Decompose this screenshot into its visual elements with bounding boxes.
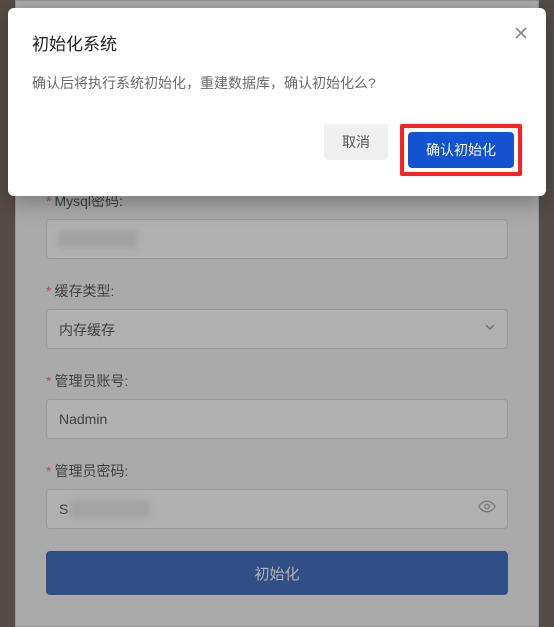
required-indicator: * xyxy=(46,283,51,299)
initialize-button[interactable]: 初始化 xyxy=(46,551,508,595)
confirm-initialize-button[interactable]: 确认初始化 xyxy=(408,132,514,168)
admin-password-label: *管理员密码: xyxy=(46,461,508,481)
dialog-message: 确认后将执行系统初始化，重建数据库，确认初始化么? xyxy=(32,73,522,94)
confirm-highlight-box: 确认初始化 xyxy=(400,124,522,176)
cache-type-label: *缓存类型: xyxy=(46,281,508,301)
admin-account-field-group: *管理员账号: xyxy=(46,371,508,439)
cache-type-label-text: 缓存类型: xyxy=(54,283,114,299)
mysql-password-field-group: *Mysql密码: xyxy=(46,191,508,259)
required-indicator: * xyxy=(46,373,51,389)
confirm-dialog: 初始化系统 确认后将执行系统初始化，重建数据库，确认初始化么? 取消 确认初始化 xyxy=(8,8,546,196)
cancel-button[interactable]: 取消 xyxy=(324,124,388,160)
admin-password-label-text: 管理员密码: xyxy=(54,463,128,479)
admin-account-label: *管理员账号: xyxy=(46,371,508,391)
redacted-content xyxy=(70,500,150,518)
dialog-title: 初始化系统 xyxy=(32,30,522,55)
dialog-actions: 取消 确认初始化 xyxy=(32,124,522,176)
admin-password-field-group: *管理员密码: xyxy=(46,461,508,529)
cache-type-select[interactable]: 内存缓存 xyxy=(46,309,508,349)
required-indicator: * xyxy=(46,463,51,479)
eye-icon[interactable] xyxy=(478,498,496,521)
cache-type-field-group: *缓存类型: 内存缓存 xyxy=(46,281,508,349)
close-icon[interactable] xyxy=(514,26,528,43)
admin-account-label-text: 管理员账号: xyxy=(54,373,128,389)
cache-type-selected-value: 内存缓存 xyxy=(59,322,115,338)
redacted-content xyxy=(58,230,138,248)
admin-account-input[interactable] xyxy=(46,399,508,439)
